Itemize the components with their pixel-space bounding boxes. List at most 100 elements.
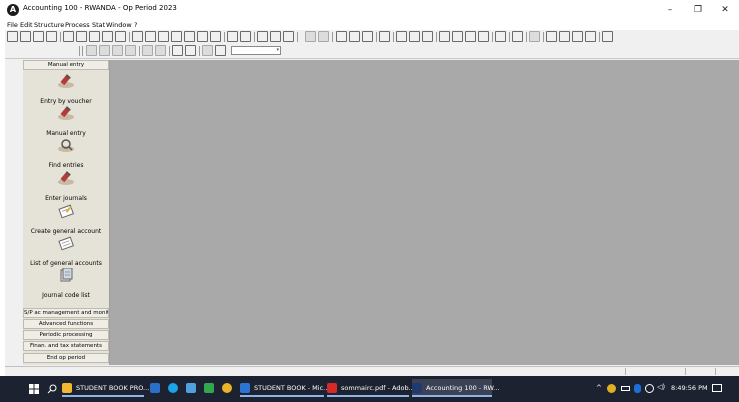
ledger-icon[interactable] bbox=[112, 45, 123, 56]
start-windows-icon[interactable] bbox=[29, 384, 39, 394]
pdf-icon bbox=[327, 383, 337, 393]
users-icon[interactable] bbox=[270, 31, 281, 42]
taskbar-pin[interactable] bbox=[150, 379, 162, 397]
sidebar-item-entry-by-voucher[interactable]: Entry by voucher bbox=[23, 74, 109, 106]
bottle-icon[interactable] bbox=[184, 31, 195, 42]
sidebar-item-manual-entry[interactable]: Manual entry bbox=[23, 106, 109, 138]
users-icon[interactable] bbox=[283, 31, 294, 42]
users-icon[interactable] bbox=[185, 45, 196, 56]
flag-icon[interactable] bbox=[145, 31, 156, 42]
menu-structure[interactable]: Structure bbox=[34, 20, 64, 30]
help-icon[interactable] bbox=[602, 31, 613, 42]
print-icon[interactable] bbox=[46, 31, 57, 42]
notifications-icon[interactable] bbox=[712, 384, 722, 392]
ledger-icon[interactable] bbox=[132, 31, 143, 42]
taskbar-clock[interactable]: 8:49:56 PM bbox=[671, 384, 708, 392]
sidebar-header-end-op-period[interactable]: End op period bbox=[23, 353, 109, 363]
pie-icon[interactable] bbox=[197, 31, 208, 42]
binoculars-icon[interactable] bbox=[409, 31, 420, 42]
menu-file[interactable]: File bbox=[7, 20, 18, 30]
blank-page-icon[interactable] bbox=[305, 31, 316, 42]
sidebar-item-find-entries[interactable]: Find entries bbox=[23, 138, 109, 170]
account-card-icon bbox=[58, 204, 74, 219]
taskbar-pin[interactable] bbox=[186, 379, 198, 397]
taskbar-app-student-book-word[interactable]: STUDENT BOOK - Mic... bbox=[240, 379, 329, 397]
chevron-up-icon[interactable]: ^ bbox=[596, 384, 602, 392]
network-globe-icon[interactable] bbox=[645, 384, 654, 393]
flag-icon[interactable] bbox=[158, 31, 169, 42]
arrow-right-icon[interactable] bbox=[240, 31, 251, 42]
taskbar-pin[interactable] bbox=[204, 379, 216, 397]
tools-icon[interactable] bbox=[559, 31, 570, 42]
menu-process[interactable]: Process bbox=[65, 20, 90, 30]
battery-icon[interactable] bbox=[621, 386, 630, 391]
cross-icon[interactable] bbox=[572, 31, 583, 42]
close-button[interactable]: ✕ bbox=[715, 3, 735, 17]
document-icon[interactable] bbox=[215, 45, 226, 56]
copy-icon[interactable] bbox=[349, 31, 360, 42]
chart-icon[interactable] bbox=[63, 31, 74, 42]
grid-icon[interactable] bbox=[512, 31, 523, 42]
new-file-icon[interactable] bbox=[7, 31, 18, 42]
taskbar-app-accounting-100[interactable]: Accounting 100 - RW... bbox=[412, 379, 499, 397]
search-icon[interactable] bbox=[47, 384, 57, 394]
filter-icon[interactable] bbox=[125, 45, 136, 56]
mdi-workspace[interactable] bbox=[110, 60, 739, 365]
taskbar-app-student-book-pro[interactable]: STUDENT BOOK PRO... bbox=[62, 379, 149, 397]
sidebar-header-periodic-processing[interactable]: Periodic processing bbox=[23, 330, 109, 340]
sidebar-item-list-of-general-accounts[interactable]: List of general accounts bbox=[23, 236, 109, 268]
cut-icon[interactable] bbox=[336, 31, 347, 42]
arrow-right-icon[interactable] bbox=[227, 31, 238, 42]
menu-window[interactable]: Window bbox=[106, 20, 132, 30]
bluetooth-icon[interactable] bbox=[634, 384, 641, 393]
sidebar-header-manual-entry[interactable]: Manual entry bbox=[23, 60, 109, 70]
volume-icon[interactable]: ◁) bbox=[657, 383, 665, 391]
document-icon[interactable] bbox=[439, 31, 450, 42]
open-file-icon[interactable] bbox=[20, 31, 31, 42]
sidebar-header-advanced-functions[interactable]: Advanced functions bbox=[23, 319, 109, 329]
users-icon[interactable] bbox=[202, 45, 213, 56]
edit-doc-icon[interactable] bbox=[422, 31, 433, 42]
taskbar-pin[interactable] bbox=[222, 379, 234, 397]
arrow-left-icon[interactable] bbox=[142, 45, 153, 56]
sidebar-item-enter-journals[interactable]: Enter journals bbox=[23, 171, 109, 203]
list-icon[interactable] bbox=[585, 31, 596, 42]
sidebar-item-create-general-account[interactable]: Create general account bbox=[23, 204, 109, 236]
menu-edit[interactable]: Edit bbox=[20, 20, 33, 30]
pencil-icon[interactable] bbox=[396, 31, 407, 42]
norton-icon[interactable] bbox=[607, 384, 616, 393]
minimize-button[interactable]: – bbox=[660, 3, 680, 17]
flag-icon[interactable] bbox=[171, 31, 182, 42]
grid-icon[interactable] bbox=[546, 31, 557, 42]
bank-icon[interactable] bbox=[102, 31, 113, 42]
maximize-button[interactable]: ❐ bbox=[688, 3, 708, 17]
period-dropdown[interactable]: ▾ bbox=[231, 46, 281, 55]
sidebar-item-journal-code-list[interactable]: Journal code list bbox=[23, 268, 109, 300]
toolbar-separator bbox=[599, 32, 600, 42]
users-icon[interactable] bbox=[172, 45, 183, 56]
paste-icon[interactable] bbox=[362, 31, 373, 42]
ledger-icon[interactable] bbox=[86, 45, 97, 56]
info-icon[interactable] bbox=[452, 31, 463, 42]
menu-help[interactable]: ? bbox=[134, 20, 137, 30]
undo-icon[interactable] bbox=[379, 31, 390, 42]
printer-icon[interactable] bbox=[465, 31, 476, 42]
taskbar-pin[interactable] bbox=[168, 379, 180, 397]
sidebar-header-finan-tax-statements[interactable]: Finan. and tax statements bbox=[23, 341, 109, 351]
book-icon[interactable] bbox=[115, 31, 126, 42]
sidebar-header-sp-ac-management[interactable]: S/P ac management and monit bbox=[23, 308, 109, 318]
open-folder-icon[interactable] bbox=[318, 31, 329, 42]
accounts-icon[interactable] bbox=[76, 31, 87, 42]
journal-icon[interactable] bbox=[89, 31, 100, 42]
title-bar: A Accounting 100 - RWANDA - Op Period 20… bbox=[5, 0, 739, 20]
exit-icon[interactable] bbox=[495, 31, 506, 42]
window-icon[interactable] bbox=[529, 31, 540, 42]
taskbar-app-sommairc-pdf[interactable]: sommairc.pdf - Adob... bbox=[327, 379, 415, 397]
users-icon[interactable] bbox=[257, 31, 268, 42]
sort-icon[interactable] bbox=[478, 31, 489, 42]
save-icon[interactable] bbox=[33, 31, 44, 42]
ledger-icon[interactable] bbox=[99, 45, 110, 56]
calendar-icon[interactable] bbox=[210, 31, 221, 42]
arrow-right-icon[interactable] bbox=[155, 45, 166, 56]
menu-stat[interactable]: Stat bbox=[92, 20, 105, 30]
